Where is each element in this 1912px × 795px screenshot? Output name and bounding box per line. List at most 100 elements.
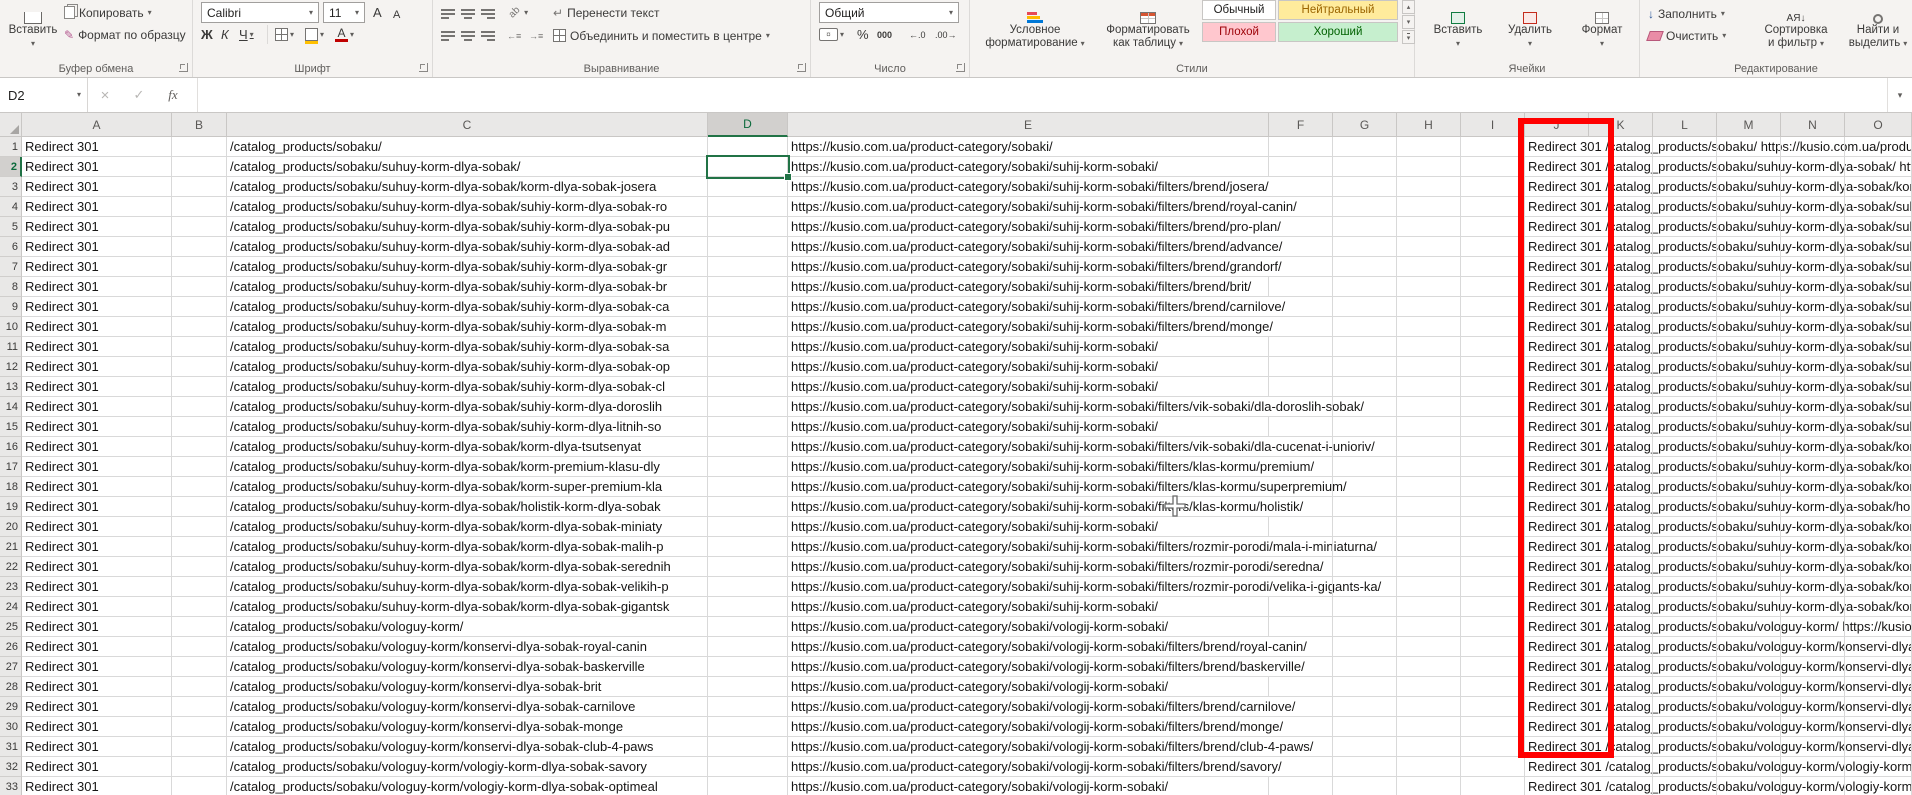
cell-A29[interactable]: Redirect 301 <box>22 697 172 717</box>
cell-N12[interactable] <box>1781 357 1845 377</box>
cell-O21[interactable] <box>1845 537 1912 557</box>
cell-E9[interactable]: https://kusio.com.ua/product-category/so… <box>788 297 1290 317</box>
row-header-30[interactable]: 30 <box>0 717 22 737</box>
cell-B13[interactable] <box>172 377 227 397</box>
cell-K33[interactable] <box>1589 777 1653 795</box>
cell-C27[interactable]: /catalog_products/sobaku/vologuy-korm/ko… <box>227 657 708 677</box>
cell-D18[interactable] <box>708 477 788 497</box>
cell-O22[interactable] <box>1845 557 1912 577</box>
cell-B17[interactable] <box>172 457 227 477</box>
cell-F16[interactable] <box>1269 437 1333 457</box>
cell-F33[interactable] <box>1269 777 1333 795</box>
align-middle-button[interactable] <box>461 4 475 23</box>
cell-E3[interactable]: https://kusio.com.ua/product-category/so… <box>788 177 1273 197</box>
cell-D14[interactable] <box>708 397 788 417</box>
cell-L12[interactable] <box>1653 357 1717 377</box>
cell-M7[interactable] <box>1717 257 1781 277</box>
cell-H6[interactable] <box>1397 237 1461 257</box>
cell-O3[interactable] <box>1845 177 1912 197</box>
cell-O18[interactable] <box>1845 477 1912 497</box>
cell-N5[interactable] <box>1781 217 1845 237</box>
cell-B16[interactable] <box>172 437 227 457</box>
formula-bar-expand-icon[interactable]: ▾ <box>1887 78 1912 112</box>
cell-I20[interactable] <box>1461 517 1525 537</box>
cell-C15[interactable]: /catalog_products/sobaku/suhuy-korm-dlya… <box>227 417 708 437</box>
cell-A2[interactable]: Redirect 301 <box>22 157 172 177</box>
cell-F30[interactable] <box>1269 717 1333 737</box>
cell-H27[interactable] <box>1397 657 1461 677</box>
cell-G7[interactable] <box>1333 257 1397 277</box>
align-center-button[interactable] <box>461 26 475 45</box>
row-header-31[interactable]: 31 <box>0 737 22 757</box>
column-header-O[interactable]: O <box>1845 113 1912 137</box>
delete-cells-button[interactable]: Удалить ▾ <box>1499 0 1561 50</box>
cell-D9[interactable] <box>708 297 788 317</box>
cell-M19[interactable] <box>1717 497 1781 517</box>
name-box[interactable]: D2 ▾ <box>0 78 88 112</box>
cell-N6[interactable] <box>1781 237 1845 257</box>
cell-C10[interactable]: /catalog_products/sobaku/suhuy-korm-dlya… <box>227 317 708 337</box>
cell-B20[interactable] <box>172 517 227 537</box>
cell-F1[interactable] <box>1269 137 1333 157</box>
align-right-button[interactable] <box>481 26 495 45</box>
cell-I12[interactable] <box>1461 357 1525 377</box>
number-format-combo[interactable]: Общий ▾ <box>819 2 959 23</box>
borders-button[interactable]: ▾ <box>275 25 294 44</box>
style-gallery-more-button[interactable]: ▾ <box>1402 30 1415 44</box>
cell-E19[interactable]: https://kusio.com.ua/product-category/so… <box>788 497 1308 517</box>
find-select-button[interactable]: Найти и выделить ▾ <box>1846 0 1910 50</box>
cell-L2[interactable] <box>1653 157 1717 177</box>
percent-button[interactable]: % <box>857 25 869 44</box>
cell-L30[interactable] <box>1653 717 1717 737</box>
cell-E20[interactable]: https://kusio.com.ua/product-category/so… <box>788 517 1269 537</box>
cell-B29[interactable] <box>172 697 227 717</box>
cell-M10[interactable] <box>1717 317 1781 337</box>
cell-E18[interactable]: https://kusio.com.ua/product-category/so… <box>788 477 1351 497</box>
cell-N20[interactable] <box>1781 517 1845 537</box>
cell-O24[interactable] <box>1845 597 1912 617</box>
cell-H20[interactable] <box>1397 517 1461 537</box>
cell-E27[interactable]: https://kusio.com.ua/product-category/so… <box>788 657 1309 677</box>
cell-G32[interactable] <box>1333 757 1397 777</box>
cell-L3[interactable] <box>1653 177 1717 197</box>
enter-icon[interactable]: ✓ <box>122 87 156 103</box>
style-gallery-up-button[interactable]: ▴ <box>1402 0 1415 14</box>
cell-G5[interactable] <box>1333 217 1397 237</box>
cell-G30[interactable] <box>1333 717 1397 737</box>
cell-D17[interactable] <box>708 457 788 477</box>
cell-O31[interactable] <box>1845 737 1912 757</box>
cell-L28[interactable] <box>1653 677 1717 697</box>
cell-L18[interactable] <box>1653 477 1717 497</box>
cell-O15[interactable] <box>1845 417 1912 437</box>
cancel-icon[interactable]: × <box>88 87 122 104</box>
cell-H24[interactable] <box>1397 597 1461 617</box>
cell-E31[interactable]: https://kusio.com.ua/product-category/so… <box>788 737 1318 757</box>
cell-E12[interactable]: https://kusio.com.ua/product-category/so… <box>788 357 1269 377</box>
cell-C7[interactable]: /catalog_products/sobaku/suhuy-korm-dlya… <box>227 257 708 277</box>
cell-I33[interactable] <box>1461 777 1525 795</box>
cell-O27[interactable] <box>1845 657 1912 677</box>
cell-M3[interactable] <box>1717 177 1781 197</box>
cell-L13[interactable] <box>1653 377 1717 397</box>
accounting-format-button[interactable]: ¤ ▾ <box>819 25 844 44</box>
cell-L27[interactable] <box>1653 657 1717 677</box>
cell-D21[interactable] <box>708 537 788 557</box>
cell-M17[interactable] <box>1717 457 1781 477</box>
cell-C26[interactable]: /catalog_products/sobaku/vologuy-korm/ko… <box>227 637 708 657</box>
cell-E16[interactable]: https://kusio.com.ua/product-category/so… <box>788 437 1379 457</box>
row-header-17[interactable]: 17 <box>0 457 22 477</box>
cell-O2[interactable] <box>1845 157 1912 177</box>
cell-F32[interactable] <box>1269 757 1333 777</box>
cell-I8[interactable] <box>1461 277 1525 297</box>
cell-A19[interactable]: Redirect 301 <box>22 497 172 517</box>
cell-H14[interactable] <box>1397 397 1461 417</box>
cell-E4[interactable]: https://kusio.com.ua/product-category/so… <box>788 197 1301 217</box>
cell-B10[interactable] <box>172 317 227 337</box>
cell-B14[interactable] <box>172 397 227 417</box>
cell-O23[interactable] <box>1845 577 1912 597</box>
row-header-2[interactable]: 2 <box>0 157 22 177</box>
row-header-4[interactable]: 4 <box>0 197 22 217</box>
cell-F3[interactable] <box>1269 177 1333 197</box>
cell-N19[interactable] <box>1781 497 1845 517</box>
cell-B2[interactable] <box>172 157 227 177</box>
